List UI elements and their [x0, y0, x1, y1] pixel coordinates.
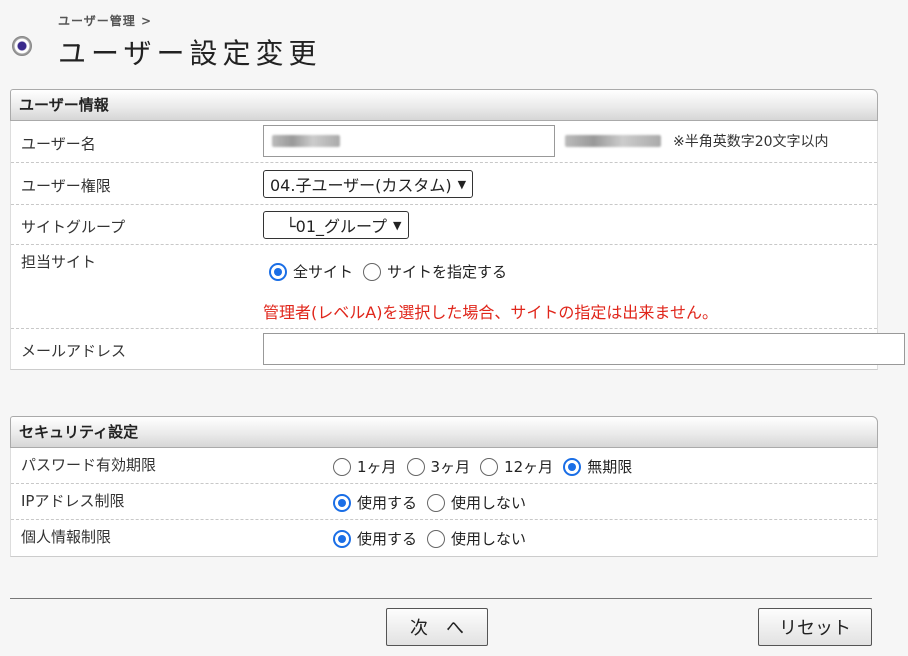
expiry-option-3m[interactable]: 3ヶ月: [406, 456, 470, 477]
radio-selected-icon: [563, 457, 582, 476]
authority-label: ユーザー権限: [21, 177, 111, 195]
site-row: 担当サイト 全サイト サイトを指定する 管理者(レベルA)を選択した場合、サイト…: [11, 245, 877, 329]
radio-unselected-icon: [480, 457, 499, 476]
radio-selected-icon: [333, 493, 351, 512]
chevron-down-icon: ▼: [457, 177, 467, 191]
ip-option-use[interactable]: 使用する: [333, 492, 417, 513]
username-row: ユーザー名 ※半角英数字20文字以内: [11, 121, 877, 163]
page-title: ユーザー設定変更: [58, 37, 322, 70]
expiry-option-unlimited[interactable]: 無期限: [563, 456, 632, 477]
footer-divider: [10, 598, 872, 599]
ip-option-not-use[interactable]: 使用しない: [427, 492, 526, 513]
site-group-label: サイトグループ: [21, 218, 126, 236]
site-group-selected: └01_グループ: [286, 217, 388, 236]
personal-option-not-use[interactable]: 使用しない: [427, 528, 526, 549]
site-option-all[interactable]: 全サイト: [269, 261, 353, 282]
radio-unselected-icon: [406, 457, 425, 476]
radio-unselected-icon: [363, 262, 382, 281]
password-expiry-row: パスワード有効期限 1ヶ月 3ヶ月 12ヶ月 無期限: [11, 448, 877, 484]
expiry-option-1m[interactable]: 1ヶ月: [333, 456, 397, 477]
radio-bullet-icon: [12, 36, 32, 56]
email-input[interactable]: [263, 333, 905, 365]
user-info-heading: ユーザー情報: [10, 89, 878, 121]
site-group-row: サイトグループ └01_グループ ▼: [11, 205, 877, 245]
expiry-option-12m[interactable]: 12ヶ月: [480, 456, 553, 477]
username-note: ※半角英数字20文字以内: [673, 134, 829, 150]
site-group-select[interactable]: └01_グループ ▼: [263, 211, 409, 239]
security-heading: セキュリティ設定: [10, 416, 878, 448]
security-section: セキュリティ設定 パスワード有効期限 1ヶ月 3ヶ月 12ヶ月 無期限 IPアド…: [10, 416, 878, 557]
username-input[interactable]: [263, 125, 555, 157]
authority-selected: 04.子ユーザー(カスタム): [270, 176, 452, 195]
radio-unselected-icon: [427, 529, 446, 548]
site-warning: 管理者(レベルA)を選択した場合、サイトの指定は出来ません。: [263, 303, 718, 322]
ip-restriction-label: IPアドレス制限: [21, 492, 125, 510]
radio-unselected-icon: [333, 457, 351, 476]
page-header: ユーザー管理 > ユーザー設定変更: [10, 10, 610, 74]
personal-info-label: 個人情報制限: [21, 528, 112, 546]
email-label: メールアドレス: [21, 342, 127, 360]
breadcrumb[interactable]: ユーザー管理 >: [58, 12, 152, 29]
password-expiry-label: パスワード有効期限: [21, 456, 157, 474]
radio-selected-icon: [333, 529, 351, 548]
authority-select[interactable]: 04.子ユーザー(カスタム) ▼: [263, 170, 474, 198]
authority-row: ユーザー権限 04.子ユーザー(カスタム) ▼: [11, 163, 877, 205]
user-info-section: ユーザー情報 ユーザー名 ※半角英数字20文字以内 ユーザー権限 04.子ユーザ…: [10, 89, 905, 370]
email-row: メールアドレス: [11, 329, 905, 369]
next-button[interactable]: 次 へ: [386, 608, 488, 646]
username-hint-redacted: [565, 135, 661, 147]
radio-selected-icon: [269, 262, 287, 281]
username-label: ユーザー名: [21, 135, 96, 153]
site-label: 担当サイト: [21, 253, 97, 271]
personal-option-use[interactable]: 使用する: [333, 528, 417, 549]
ip-restriction-row: IPアドレス制限 使用する 使用しない: [11, 484, 877, 520]
reset-button[interactable]: リセット: [758, 608, 872, 646]
chevron-down-icon: ▼: [393, 218, 402, 232]
radio-unselected-icon: [427, 493, 446, 512]
site-option-specify[interactable]: サイトを指定する: [363, 261, 507, 282]
username-value-redacted: [272, 135, 340, 147]
personal-info-row: 個人情報制限 使用する 使用しない: [11, 520, 877, 556]
